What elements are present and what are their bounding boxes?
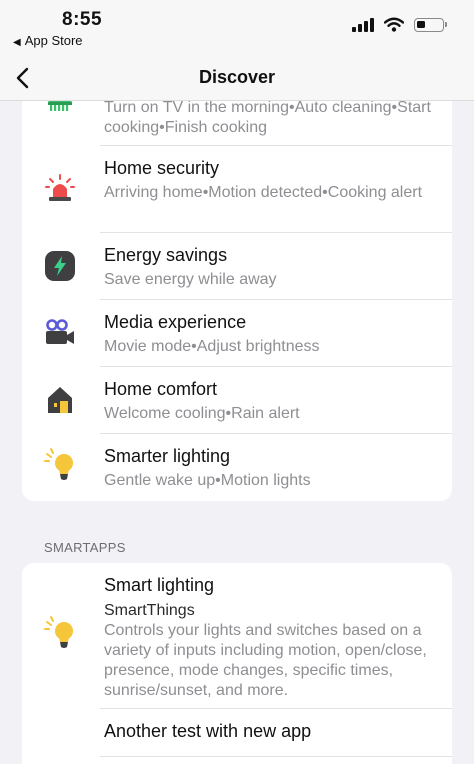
discover-list[interactable]: Turn on TV in the morning•Auto cleaning•… — [0, 100, 474, 764]
smartapp-item-smart-lighting[interactable]: Smart lighting SmartThings Controls your… — [22, 563, 452, 709]
smartapp-title: Another test with new app — [104, 721, 312, 741]
back-to-app-store-link[interactable]: ◀ App Store — [13, 33, 83, 48]
discover-item-title: Home security — [104, 158, 220, 178]
smartapp-description: Controls your lights and switches based … — [104, 622, 427, 699]
wifi-icon — [384, 17, 404, 32]
discover-item-title: Home comfort — [104, 379, 218, 399]
light-bulb-icon — [42, 447, 78, 483]
discover-item-subtitle: Save energy while away — [104, 271, 277, 288]
battery-icon — [414, 17, 447, 32]
discover-item-subtitle: Turn on TV in the morning•Auto cleaning•… — [104, 100, 431, 136]
light-bulb-icon — [42, 615, 78, 651]
discover-item-title: Media experience — [104, 312, 247, 332]
smartapp-title: Smart lighting — [104, 575, 215, 595]
discover-item-energy-savings[interactable]: Energy savings Save energy while away — [22, 233, 452, 300]
discover-item-home-security[interactable]: Home security Arriving home•Motion detec… — [22, 146, 452, 233]
cellular-signal-icon — [352, 17, 374, 32]
smartapp-item-another-test[interactable]: Another test with new app — [22, 709, 452, 757]
discover-item-subtitle: Welcome cooling•Rain alert — [104, 405, 300, 422]
energy-bolt-icon — [42, 248, 78, 284]
discover-item-subtitle: Arriving home•Motion detected•Cooking al… — [104, 184, 423, 201]
siren-icon — [42, 170, 78, 206]
back-app-label: App Store — [24, 33, 83, 48]
status-icons — [352, 17, 447, 32]
discover-item-home-comfort[interactable]: Home comfort Welcome cooling•Rain alert — [22, 367, 452, 434]
smartapps-card: Smart lighting SmartThings Controls your… — [22, 563, 452, 764]
smartapps-section-header: SMARTAPPS — [44, 540, 126, 555]
discover-card: Turn on TV in the morning•Auto cleaning•… — [22, 100, 452, 501]
status-bar: 8:55 ◀ App Store — [0, 0, 474, 58]
discover-item-title: Smarter lighting — [104, 446, 231, 466]
discover-item-media-experience[interactable]: Media experience Movie mode•Adjust brigh… — [22, 300, 452, 367]
navigation-bar: Discover — [0, 58, 474, 101]
house-icon — [42, 382, 78, 418]
discover-item-smarter-lighting[interactable]: Smarter lighting Gentle wake up•Motion l… — [22, 434, 452, 501]
back-triangle-icon: ◀ — [13, 37, 21, 48]
smartapp-organization: SmartThings — [104, 602, 195, 619]
cleaning-robot-icon — [42, 100, 78, 121]
discover-item-cleaning[interactable]: Turn on TV in the morning•Auto cleaning•… — [22, 100, 452, 146]
discover-item-subtitle: Gentle wake up•Motion lights — [104, 472, 311, 489]
discover-item-title: Energy savings — [104, 245, 228, 265]
page-title: Discover — [198, 67, 276, 87]
status-time: 8:55 — [62, 9, 103, 30]
video-camera-icon — [42, 315, 78, 351]
discover-item-subtitle: Movie mode•Adjust brightness — [104, 338, 320, 355]
